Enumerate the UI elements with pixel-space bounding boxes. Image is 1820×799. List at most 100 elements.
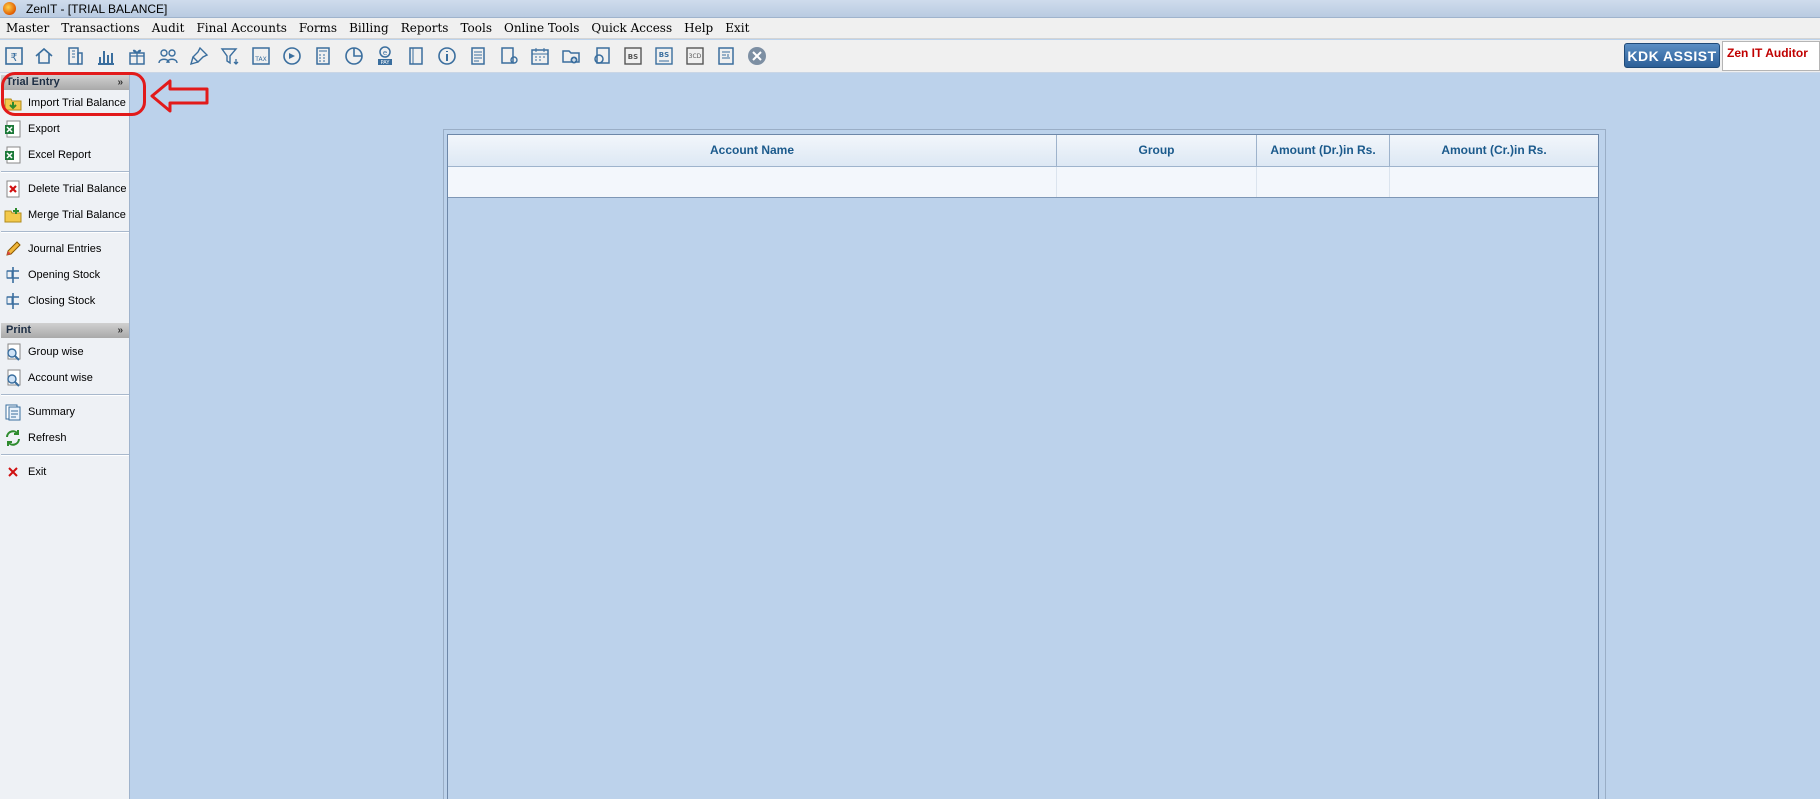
menu-master[interactable]: Master [0,18,55,38]
sidebar: Trial Entry » Import Trial Balance Expor… [0,73,130,799]
menu-quick-access[interactable]: Quick Access [585,18,678,38]
svg-text:BS: BS [628,53,638,61]
svg-text:BS: BS [659,51,669,59]
3cd-icon[interactable]: 3CD [684,45,706,67]
menu-final-accounts[interactable]: Final Accounts [190,18,292,38]
menu-reports[interactable]: Reports [395,18,455,38]
sidebar-item-label: Journal Entries [28,243,102,255]
rupee-ledger-icon[interactable]: ₹ [3,45,25,67]
menu-tools[interactable]: Tools [454,18,498,38]
pencil-icon [4,240,22,258]
column-header-group[interactable]: Group [1057,135,1257,166]
delete-document-icon [4,180,22,198]
pin-icon[interactable] [188,45,210,67]
sidebar-divider [1,231,129,233]
cell-account-name[interactable] [448,167,1057,197]
trial-balance-grid[interactable]: Account Name Group Amount (Dr.)in Rs. Am… [447,134,1599,799]
home-icon[interactable] [33,45,55,67]
user-document-icon[interactable] [498,45,520,67]
sidebar-item-journal-entries[interactable]: Journal Entries [4,238,128,260]
import-folder-icon [4,94,22,112]
bs-icon[interactable]: BS [622,45,644,67]
close-circle-icon[interactable] [746,45,768,67]
sidebar-item-import-trial-balance[interactable]: Import Trial Balance [4,92,128,114]
sidebar-item-label: Delete Trial Balance [28,183,127,195]
filter-icon[interactable] [219,45,241,67]
sidebar-item-label: Opening Stock [28,269,101,281]
stock-icon [4,292,22,310]
title-bar: ZenIT - [TRIAL BALANCE] [0,0,1820,18]
menu-exit[interactable]: Exit [719,18,755,38]
sidebar-item-merge-trial-balance[interactable]: Merge Trial Balance [4,204,128,226]
svg-text:₹: ₹ [11,51,18,64]
column-header-account-name[interactable]: Account Name [448,135,1057,166]
bar-chart-icon[interactable] [95,45,117,67]
folder-add-icon[interactable] [560,45,582,67]
svg-text:e: e [383,49,387,57]
book-icon[interactable] [405,45,427,67]
grid-header: Account Name Group Amount (Dr.)in Rs. Am… [448,135,1598,167]
sidebar-item-account-wise[interactable]: Account wise [4,367,128,389]
sidebar-item-label: Refresh [28,432,67,444]
sidebar-divider [1,394,129,396]
sidebar-item-refresh[interactable]: Refresh [4,427,128,449]
kdk-assist-button[interactable]: KDK ASSIST [1624,43,1720,68]
sidebar-item-delete-trial-balance[interactable]: Delete Trial Balance [4,178,128,200]
menu-audit[interactable]: Audit [146,18,191,38]
tax-icon[interactable]: TAX [250,45,272,67]
section-title: Print [6,324,32,336]
column-header-amount-dr[interactable]: Amount (Dr.)in Rs. [1257,135,1390,166]
cell-amount-dr[interactable] [1257,167,1390,197]
calculator-icon[interactable] [312,45,334,67]
svg-text:3CD: 3CD [689,53,702,60]
menu-help[interactable]: Help [678,18,719,38]
menu-bar: Master Transactions Audit Final Accounts… [0,18,1820,39]
info-icon[interactable] [436,45,458,67]
menu-transactions[interactable]: Transactions [55,18,145,38]
collapse-chevron-icon[interactable]: » [117,75,123,90]
toolbar: ₹ TAX e PAY BS BS 3CD [0,40,1820,73]
menu-online-tools[interactable]: Online Tools [498,18,585,38]
building-icon[interactable] [64,45,86,67]
sidebar-item-label: Export [28,123,60,135]
collapse-chevron-icon[interactable]: » [117,323,123,338]
sidebar-item-closing-stock[interactable]: Closing Stock [4,290,128,312]
document-icon[interactable] [467,45,489,67]
close-x-icon [4,463,22,481]
sidebar-item-label: Group wise [28,346,84,358]
menu-forms[interactable]: Forms [293,18,343,38]
sidebar-item-export[interactable]: Export [4,118,128,140]
cell-group[interactable] [1057,167,1257,197]
refresh-icon [4,429,22,447]
magnify-document-icon [4,369,22,387]
sidebar-item-group-wise[interactable]: Group wise [4,341,128,363]
menu-billing[interactable]: Billing [343,18,395,38]
svg-text:PAY: PAY [381,60,391,66]
sidebar-item-label: Account wise [28,372,93,384]
excel-report-icon [4,146,22,164]
users-icon[interactable] [157,45,179,67]
column-header-amount-cr[interactable]: Amount (Cr.)in Rs. [1390,135,1598,166]
section-trial-entry[interactable]: Trial Entry » [1,75,129,90]
sidebar-item-label: Closing Stock [28,295,96,307]
table-row[interactable] [448,167,1598,198]
cell-amount-cr[interactable] [1390,167,1598,197]
e-pay-icon[interactable]: e PAY [374,45,396,67]
form-icon[interactable] [715,45,737,67]
sidebar-item-exit[interactable]: Exit [4,461,128,483]
pie-chart-icon[interactable] [343,45,365,67]
app-logo-icon [3,2,16,15]
gift-icon[interactable] [126,45,148,67]
calendar-icon[interactable] [529,45,551,67]
magnify-document-icon [4,343,22,361]
section-print[interactable]: Print » [1,323,129,338]
sidebar-divider [1,171,129,173]
search-document-icon[interactable] [591,45,613,67]
bs-report-icon[interactable]: BS [653,45,675,67]
sidebar-item-opening-stock[interactable]: Opening Stock [4,264,128,286]
sidebar-item-summary[interactable]: Summary [4,401,128,423]
left-arrow-annotation-icon [150,79,209,113]
sidebar-item-excel-report[interactable]: Excel Report [4,144,128,166]
sidebar-item-label: Excel Report [28,149,91,161]
pie-refresh-icon[interactable] [281,45,303,67]
